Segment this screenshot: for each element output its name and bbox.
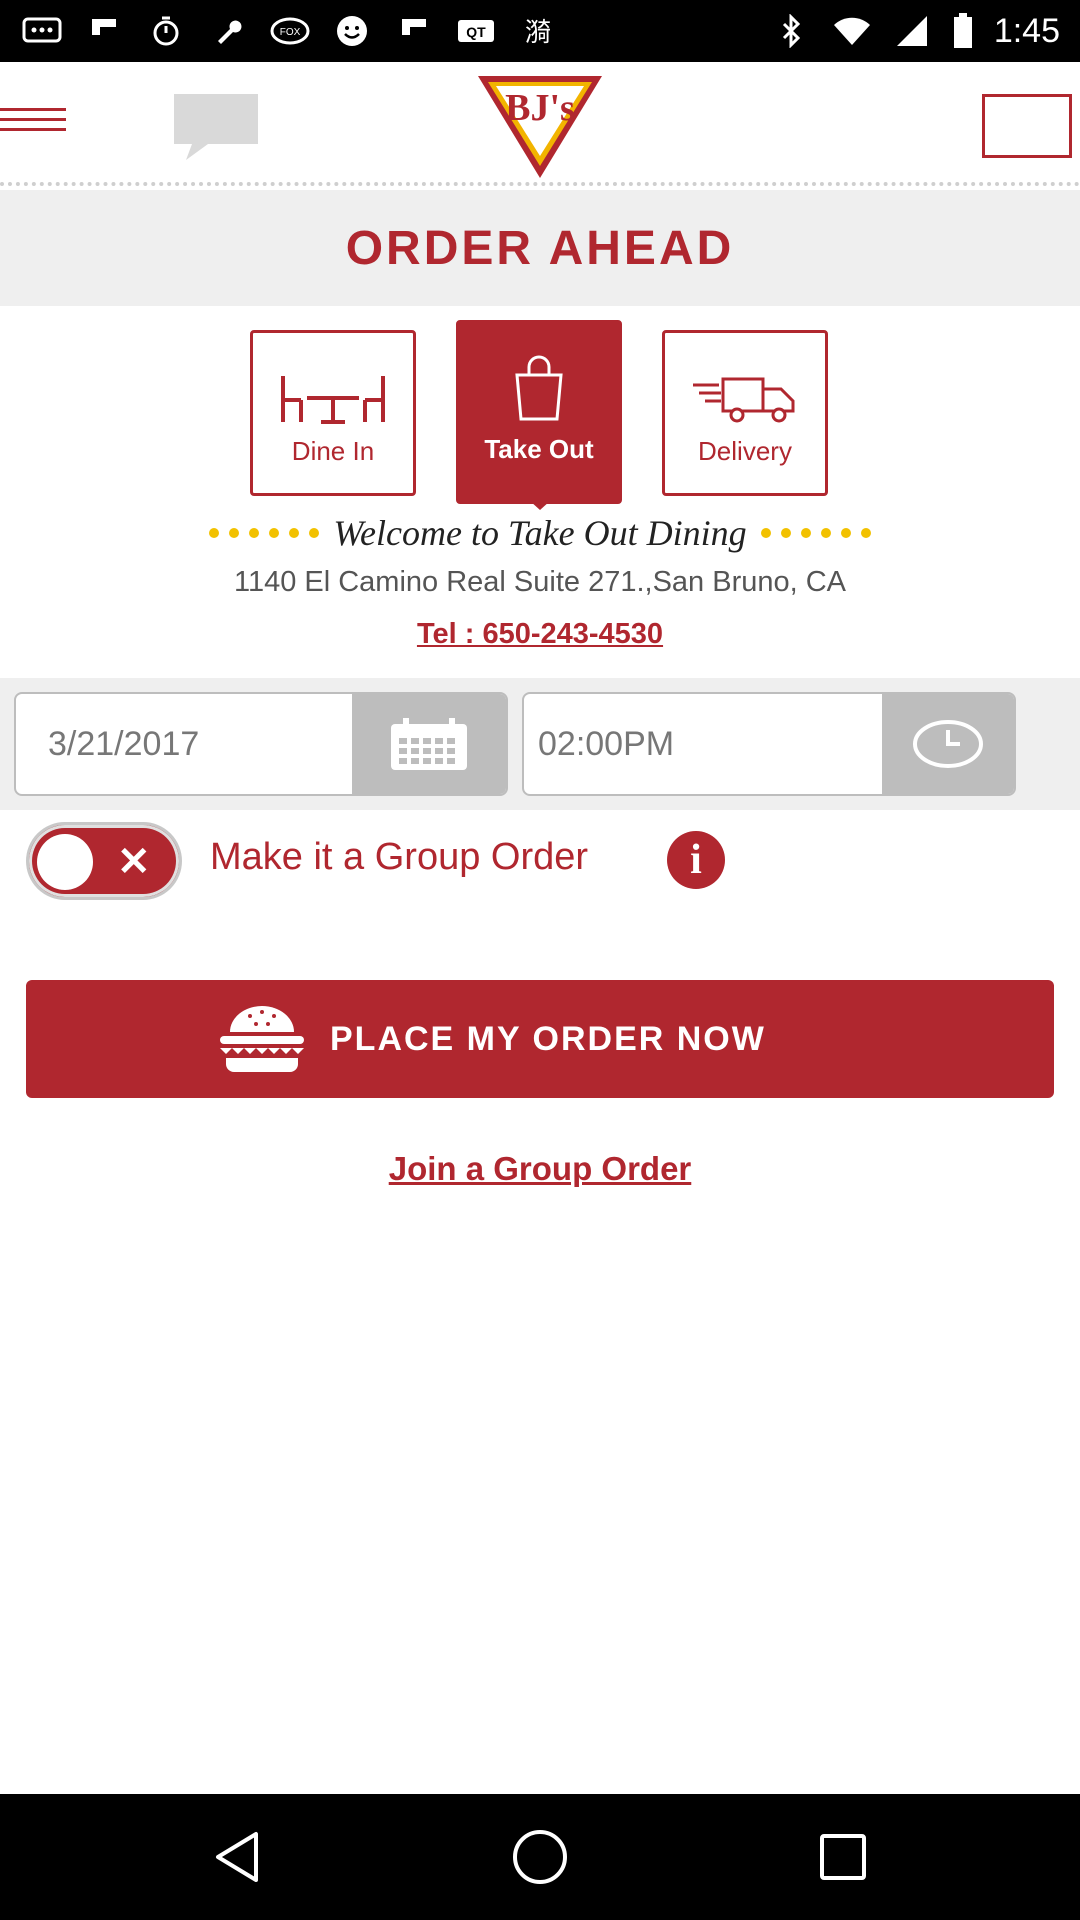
clock-icon — [913, 720, 983, 768]
decorative-dots-right — [760, 528, 871, 538]
time-picker-button[interactable] — [882, 694, 1014, 794]
timer-icon — [146, 14, 186, 48]
app-screen: FOX QT 漪 1:45 BJ's ORDER AHEAD Dine In T… — [0, 0, 1080, 1920]
phone-link[interactable]: Tel : 650-243-4530 — [0, 618, 1080, 651]
join-group-order-link[interactable]: Join a Group Order — [0, 1150, 1080, 1188]
back-icon[interactable] — [202, 1822, 272, 1892]
title-band: ORDER AHEAD — [0, 190, 1080, 306]
close-icon: ✕ — [117, 840, 151, 884]
signal-icon — [892, 14, 932, 48]
welcome-text: Welcome to Take Out Dining — [333, 513, 747, 553]
tab-label: Take Out — [484, 434, 594, 464]
svg-text:BJ's: BJ's — [505, 87, 575, 129]
order-type-tabs: Dine In Take Out Delivery — [0, 318, 1080, 508]
flipboard-icon — [394, 14, 434, 48]
info-icon[interactable]: i — [667, 831, 725, 889]
qt-icon: QT — [456, 14, 496, 48]
date-field[interactable]: 3/21/2017 — [14, 692, 508, 796]
svg-text:FOX: FOX — [280, 27, 301, 38]
tab-take-out[interactable]: Take Out — [456, 320, 622, 504]
home-icon[interactable] — [505, 1822, 575, 1892]
recents-icon[interactable] — [808, 1822, 878, 1892]
time-field[interactable]: 02:00PM — [522, 692, 1016, 796]
battery-icon — [952, 13, 974, 48]
bag-icon — [459, 353, 619, 423]
date-value: 3/21/2017 — [48, 725, 200, 763]
chat-icon[interactable] — [172, 92, 260, 162]
clock: 1:45 — [993, 11, 1060, 50]
tab-dine-in[interactable]: Dine In — [250, 330, 416, 496]
calendar-button[interactable] — [352, 694, 506, 794]
tab-label: Dine In — [291, 436, 375, 466]
system-status: 1:45 — [772, 10, 1060, 52]
welcome-row: Welcome to Take Out Dining — [0, 508, 1080, 558]
restaurant-address: 1140 El Camino Real Suite 271.,San Bruno… — [233, 566, 847, 598]
time-value: 02:00PM — [538, 725, 675, 763]
tab-delivery[interactable]: Delivery — [662, 330, 828, 496]
fox-sports-icon: FOX — [270, 14, 310, 48]
decorative-dots-left — [209, 528, 320, 538]
flipboard-icon — [84, 14, 124, 48]
page-title: ORDER AHEAD — [345, 221, 735, 275]
table-icon — [253, 363, 413, 433]
smiley-icon — [332, 14, 372, 48]
header-divider — [0, 182, 1080, 190]
wrench-icon — [208, 14, 248, 48]
truck-icon — [665, 363, 825, 433]
toggle-knob — [37, 834, 93, 890]
hamburger-icon[interactable] — [0, 108, 66, 142]
status-bar: FOX QT 漪 1:45 — [0, 0, 1080, 62]
calendar-icon — [391, 718, 467, 770]
group-order-toggle[interactable]: ✕ — [26, 822, 182, 900]
wifi-icon — [832, 14, 872, 48]
hike-icon: 漪 — [518, 14, 558, 48]
place-order-button[interactable]: PLACE MY ORDER NOW — [26, 980, 1054, 1098]
group-order-label: Make it a Group Order — [210, 836, 589, 878]
notification-icons: FOX QT 漪 — [22, 10, 558, 52]
message-icon — [22, 14, 62, 48]
bluetooth-icon — [772, 14, 812, 48]
schedule-band: 3/21/2017 02:00PM — [0, 678, 1080, 810]
place-order-label: PLACE MY ORDER NOW — [330, 1020, 766, 1058]
tab-label: Delivery — [698, 436, 792, 466]
cart-button[interactable] — [982, 94, 1072, 158]
bjs-logo[interactable]: BJ's — [474, 72, 606, 180]
system-nav-bar — [0, 1794, 1080, 1920]
burger-icon — [220, 1006, 304, 1072]
svg-text:QT: QT — [466, 24, 486, 40]
svg-text:漪: 漪 — [525, 18, 551, 47]
